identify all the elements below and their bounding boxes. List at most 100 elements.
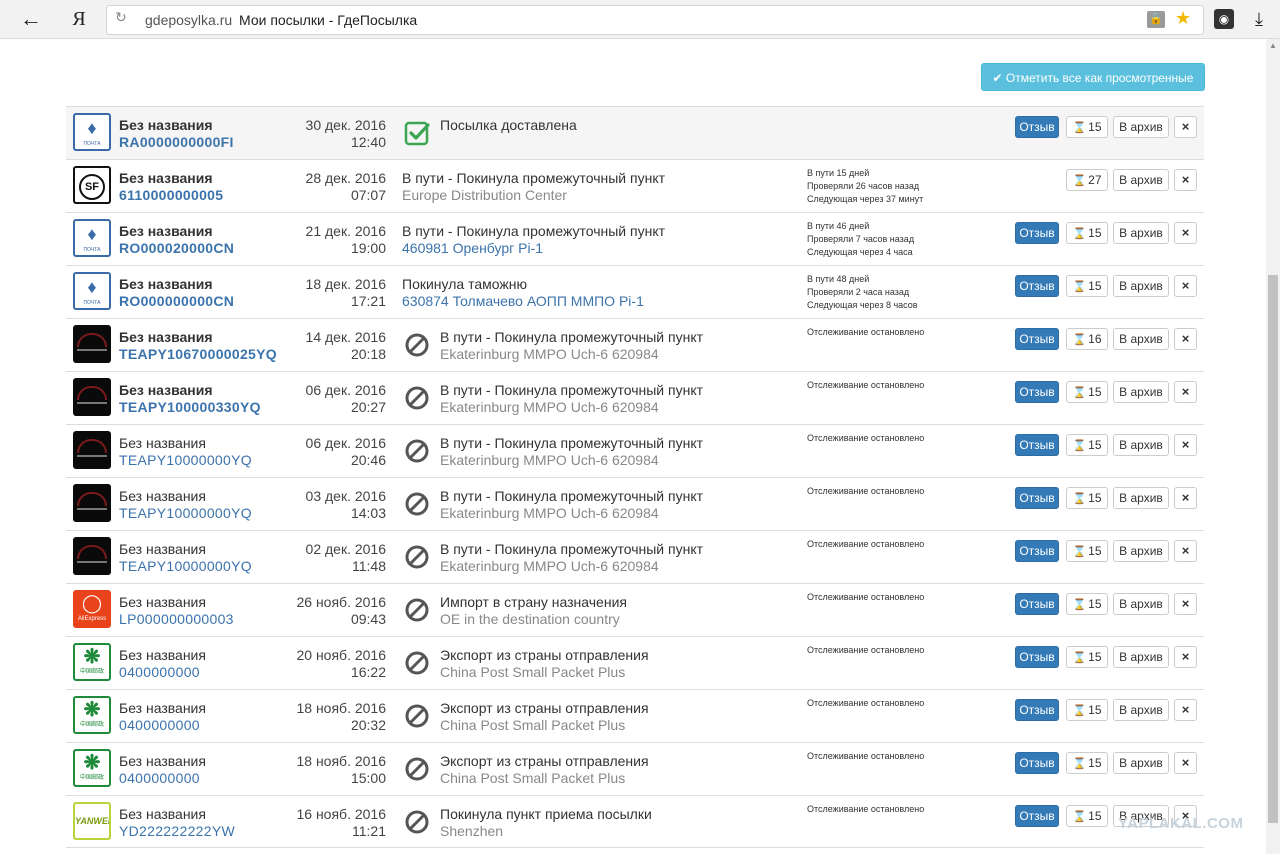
check-count-button[interactable]: ⌛ 15 (1066, 646, 1108, 668)
check-count-button[interactable]: ⌛ 15 (1066, 805, 1108, 827)
archive-button[interactable]: В архив (1113, 752, 1169, 774)
parcel-track-number[interactable]: 0400000000 (119, 770, 200, 786)
parcel-name[interactable]: Без названия (119, 594, 206, 610)
parcel-row[interactable]: Без названия TEAPY10000000YQ 06 дек. 2016 2… (66, 424, 1204, 477)
parcel-row[interactable]: ♦ ПОЧТА Без названия RA0000000000FI 30 дек. … (66, 106, 1204, 159)
archive-button[interactable]: В архив (1113, 116, 1169, 138)
parcel-track-number[interactable]: TEAPY100000330YQ (119, 399, 261, 415)
archive-button[interactable]: В архив (1113, 169, 1169, 191)
remove-parcel-button[interactable]: × (1174, 487, 1197, 509)
review-button[interactable]: Отзыв (1015, 222, 1059, 244)
page-scrollbar[interactable]: ▲ (1266, 39, 1280, 854)
review-button[interactable]: Отзыв (1015, 646, 1059, 668)
reload-icon[interactable]: ↻ (115, 9, 127, 26)
parcel-track-number[interactable]: LP000000000003 (119, 611, 234, 627)
check-count-button[interactable]: ⌛ 15 (1066, 752, 1108, 774)
archive-button[interactable]: В архив (1113, 646, 1169, 668)
archive-button[interactable]: В архив (1113, 593, 1169, 615)
parcel-name[interactable]: Без названия (119, 276, 213, 292)
parcel-name[interactable]: Без названия (119, 382, 213, 398)
download-icon[interactable]: ⤓ (1250, 7, 1268, 31)
scroll-thumb[interactable] (1268, 275, 1278, 823)
scroll-up-icon[interactable]: ▲ (1266, 39, 1280, 53)
archive-button[interactable]: В архив (1113, 381, 1169, 403)
remove-parcel-button[interactable]: × (1174, 434, 1197, 456)
check-count-button[interactable]: ⌛ 15 (1066, 222, 1108, 244)
parcel-track-number[interactable]: 0400000000 (119, 717, 200, 733)
check-count-button[interactable]: ⌛ 15 (1066, 593, 1108, 615)
parcel-row[interactable]: YANWEN Без названия YD222222222YW 16 нояб. … (66, 795, 1204, 848)
parcel-track-number[interactable]: TEAPY10000000YQ (119, 452, 252, 468)
check-count-button[interactable]: ⌛ 16 (1066, 328, 1108, 350)
parcel-row[interactable]: ♦ ПОЧТА Без названия RO000020000CN 21 дек. 2… (66, 212, 1204, 265)
archive-button[interactable]: В архив (1113, 222, 1169, 244)
check-count-button[interactable]: ⌛ 15 (1066, 116, 1108, 138)
parcel-track-number[interactable]: TEAPY10670000025YQ (119, 346, 277, 362)
remove-parcel-button[interactable]: × (1174, 752, 1197, 774)
remove-parcel-button[interactable]: × (1174, 116, 1197, 138)
mark-all-viewed-button[interactable]: ✔ Отметить все как просмотренные (981, 63, 1205, 91)
lock-icon[interactable]: 🔒 (1147, 11, 1165, 28)
archive-button[interactable]: В архив (1113, 275, 1169, 297)
archive-button[interactable]: В архив (1113, 328, 1169, 350)
bookmark-star-icon[interactable]: ★ (1175, 8, 1191, 29)
parcel-status-location[interactable]: 460981 Оренбург Pi-1 (402, 240, 543, 256)
parcel-row[interactable]: Без названия TEAPY10000000YQ 03 дек. 2016 1… (66, 477, 1204, 530)
parcel-track-number[interactable]: TEAPY10000000YQ (119, 558, 252, 574)
parcel-name[interactable]: Без названия (119, 488, 206, 504)
archive-button[interactable]: В архив (1113, 699, 1169, 721)
remove-parcel-button[interactable]: × (1174, 169, 1197, 191)
remove-parcel-button[interactable]: × (1174, 646, 1197, 668)
parcel-track-number[interactable]: TEAPY10000000YQ (119, 505, 252, 521)
parcel-track-number[interactable]: YD222222222YW (119, 823, 235, 839)
review-button[interactable]: Отзыв (1015, 275, 1059, 297)
parcel-name[interactable]: Без названия (119, 329, 213, 345)
parcel-row[interactable]: ❋ 中国邮政 Без названия 0400000000 18 нояб. 2016… (66, 689, 1204, 742)
parcel-row[interactable]: ♦ ПОЧТА Без названия RO000000000CN 18 дек. 2… (66, 265, 1204, 318)
parcel-name[interactable]: Без названия (119, 541, 206, 557)
parcel-row[interactable]: SF Без названия 6110000000005 28 дек. 2016 0… (66, 159, 1204, 212)
parcel-track-number[interactable]: RO000000000CN (119, 293, 234, 309)
remove-parcel-button[interactable]: × (1174, 222, 1197, 244)
address-bar[interactable]: ↻ gdeposylka.ru Мои посылки - ГдеПосылка… (106, 5, 1204, 35)
remove-parcel-button[interactable]: × (1174, 540, 1197, 562)
parcel-name[interactable]: Без названия (119, 117, 213, 133)
yandex-logo-icon[interactable]: Я (66, 7, 92, 31)
parcel-row[interactable]: Без названия TEAPY10000000YQ 02 дек. 2016 1… (66, 530, 1204, 583)
parcel-name[interactable]: Без названия (119, 806, 206, 822)
check-count-button[interactable]: ⌛ 15 (1066, 487, 1108, 509)
back-arrow-icon[interactable]: ← (18, 7, 44, 31)
parcel-name[interactable]: Без названия (119, 435, 206, 451)
archive-button[interactable]: В архив (1113, 540, 1169, 562)
parcel-track-number[interactable]: RA0000000000FI (119, 134, 234, 150)
check-count-button[interactable]: ⌛ 15 (1066, 699, 1108, 721)
check-count-button[interactable]: ⌛ 15 (1066, 540, 1108, 562)
review-button[interactable]: Отзыв (1015, 593, 1059, 615)
review-button[interactable]: Отзыв (1015, 805, 1059, 827)
parcel-name[interactable]: Без названия (119, 700, 206, 716)
check-count-button[interactable]: ⌛ 15 (1066, 381, 1108, 403)
check-count-button[interactable]: ⌛ 15 (1066, 434, 1108, 456)
parcel-track-number[interactable]: RO000020000CN (119, 240, 234, 256)
parcel-status-location[interactable]: 630874 Толмачево АОПП ММПО Pi-1 (402, 293, 644, 309)
archive-button[interactable]: В архив (1113, 487, 1169, 509)
remove-parcel-button[interactable]: × (1174, 593, 1197, 615)
review-button[interactable]: Отзыв (1015, 699, 1059, 721)
parcel-row[interactable]: Без названия TEAPY10670000025YQ 14 дек. 20… (66, 318, 1204, 371)
remove-parcel-button[interactable]: × (1174, 328, 1197, 350)
parcel-name[interactable]: Без названия (119, 647, 206, 663)
archive-button[interactable]: В архив (1113, 434, 1169, 456)
review-button[interactable]: Отзыв (1015, 381, 1059, 403)
parcel-track-number[interactable]: 0400000000 (119, 664, 200, 680)
parcel-track-number[interactable]: 6110000000005 (119, 187, 223, 203)
remove-parcel-button[interactable]: × (1174, 699, 1197, 721)
review-button[interactable]: Отзыв (1015, 434, 1059, 456)
check-count-button[interactable]: ⌛ 15 (1066, 275, 1108, 297)
location-pin-icon[interactable]: ◉ (1214, 9, 1234, 29)
check-count-button[interactable]: ⌛ 27 (1066, 169, 1108, 191)
parcel-row[interactable]: ❋ 中国邮政 Без названия 0400000000 20 нояб. 2016… (66, 636, 1204, 689)
review-button[interactable]: Отзыв (1015, 752, 1059, 774)
parcel-row[interactable]: ◯ AliExpress Без названия LP000000000003 26 … (66, 583, 1204, 636)
parcel-row[interactable]: Без названия TEAPY100000330YQ 06 дек. 2016… (66, 371, 1204, 424)
review-button[interactable]: Отзыв (1015, 487, 1059, 509)
